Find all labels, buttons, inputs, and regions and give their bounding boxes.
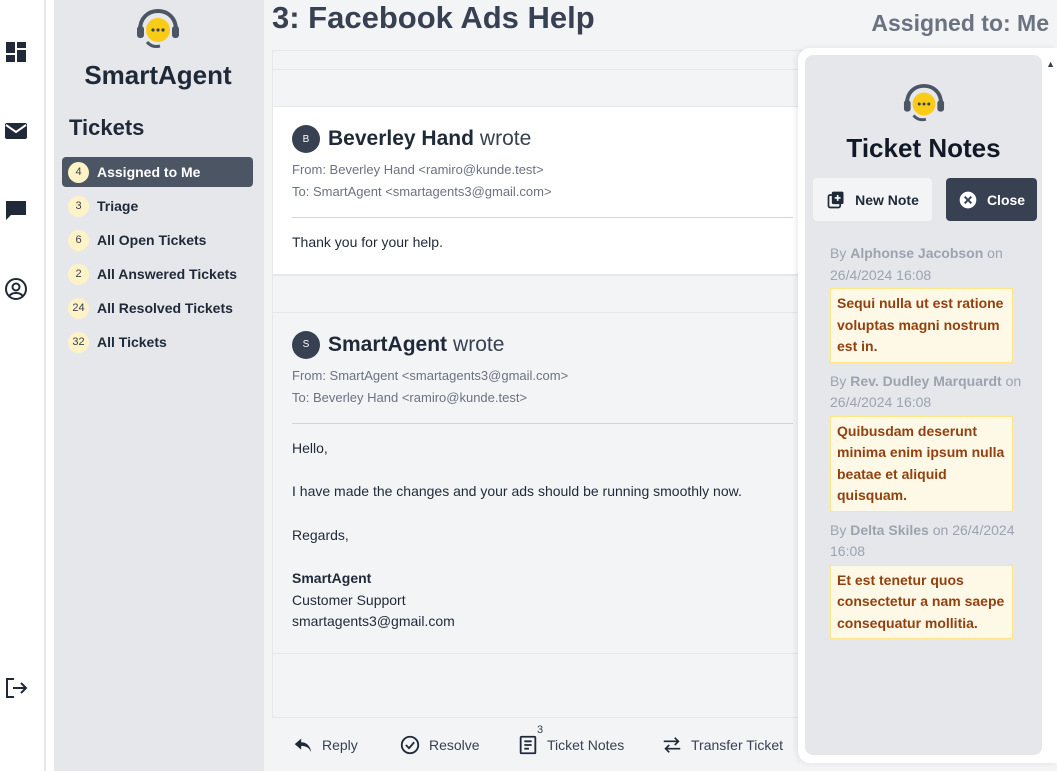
add-note-icon [827,191,844,208]
note-item: By Delta Skiles on 26/4/2024 16:08 Et es… [830,520,1025,639]
message-wrote: wrote [453,332,505,356]
notes-count: 3 [537,723,544,736]
transfer-ticket-button[interactable]: Transfer Ticket [661,734,783,756]
signature-email: smartagents3@gmail.com [292,613,455,629]
nav-label: Assigned to Me [97,164,201,180]
count-badge: 32 [68,331,89,353]
count-badge: 6 [68,229,89,251]
message-from: From: Beverley Hand <ramiro@kunde.test> [292,162,544,177]
note-item: By Rev. Dudley Marquardt on 26/4/2024 16… [830,371,1025,512]
note-list: By Alphonse Jacobson on 26/4/2024 16:08 … [830,243,1025,647]
ticket-notes-button[interactable]: 3 Ticket Notes [517,724,625,756]
reply-icon [294,738,312,752]
message-author: Beverley Hand [328,127,474,150]
note-meta: By Alphonse Jacobson on 26/4/2024 16:08 [830,243,1025,286]
ticket-title: 3: Facebook Ads Help [272,0,595,35]
message-body: Hello, I have made the changes and your … [292,438,793,633]
message-thread[interactable]: B Beverley Hand wrote From: Beverley Han… [272,50,812,717]
divider [292,217,793,218]
new-note-button[interactable]: New Note [813,178,932,221]
nav-label: All Answered Tickets [97,266,238,282]
message-line: I have made the changes and your ads sho… [292,483,742,499]
count-badge: 24 [68,297,89,319]
thread-spacer [273,274,812,312]
note-text: Sequi nulla ut est ratione voluptas magn… [830,288,1013,363]
note-author: Delta Skiles [850,521,929,538]
brand-name: SmartAgent [84,60,232,90]
message-author: SmartAgent [328,332,448,356]
ticket-nav: 4 Assigned to Me 3 Triage 6 All Open Tic… [62,157,253,361]
action-bar: Reply Resolve 3 Ticket Notes Transfer Ti… [272,717,812,771]
count-badge: 3 [68,195,89,217]
note-text: Quibusdam deserunt minima enim ipsum nul… [830,415,1013,512]
logout-icon[interactable] [4,676,28,700]
nav-label: All Open Tickets [97,232,207,248]
note-meta: By Rev. Dudley Marquardt on 26/4/2024 16… [830,371,1025,414]
user-circle-icon[interactable] [4,277,28,301]
icon-rail [0,0,46,771]
nav-item-all-resolved[interactable]: 24 All Resolved Tickets [62,293,253,323]
reply-label: Reply [322,736,358,753]
note-author: Alphonse Jacobson [850,245,984,261]
nav-label: All Resolved Tickets [97,300,233,316]
new-note-label: New Note [855,191,919,208]
note-text: Et est tenetur quos consectetur a nam sa… [830,564,1013,639]
chat-icon[interactable] [4,198,28,222]
message-wrote: wrote [479,127,532,150]
headset-logo-icon [900,83,948,125]
ticket-notes-panel: ▲ Ticket Notes New Note Close By Alphons… [798,48,1057,763]
notes-icon [519,735,537,754]
close-icon [959,191,977,208]
scroll-up-arrow-icon[interactable]: ▲ [1046,59,1055,69]
nav-item-all-open[interactable]: 6 All Open Tickets [62,225,253,255]
nav-item-assigned-to-me[interactable]: 4 Assigned to Me [62,157,253,187]
avatar: B [292,125,320,153]
note-by: By [830,245,847,261]
check-circle-icon [400,735,420,754]
count-badge: 2 [68,263,89,285]
message-closing: Regards, [292,526,349,543]
note-meta: By Delta Skiles on 26/4/2024 16:08 [830,520,1025,563]
nav-label: All Tickets [97,334,167,350]
divider [292,422,793,424]
notes-panel-body[interactable]: Ticket Notes New Note Close By Alphonse … [805,55,1042,755]
transfer-arrows-icon [663,736,681,753]
message-to: To: SmartAgent <smartagents3@gmail.com> [292,184,552,199]
message-body: Thank you for your help. [292,234,443,250]
tickets-heading: Tickets [69,115,145,140]
transfer-label: Transfer Ticket [691,736,784,753]
resolve-button[interactable]: Resolve [399,734,480,756]
thread-spacer [273,50,812,69]
signature-name: SmartAgent [292,570,372,586]
nav-item-all-tickets[interactable]: 32 All Tickets [62,327,253,357]
reply-button[interactable]: Reply [292,734,358,756]
message-from: From: SmartAgent <smartagents3@gmail.com… [292,367,569,383]
ticket-notes-label: Ticket Notes [547,736,625,753]
headset-logo-icon [134,8,182,52]
count-badge: 4 [68,161,89,183]
close-label: Close [986,191,1026,208]
ticket-sidebar: SmartAgent Tickets 4 Assigned to Me 3 Tr… [54,0,264,771]
notes-title: Ticket Notes [846,133,1001,163]
nav-item-all-answered[interactable]: 2 All Answered Tickets [62,259,253,289]
note-author: Rev. Dudley Marquardt [850,372,1002,389]
nav-label: Triage [97,198,139,214]
note-by: By [830,521,847,538]
dashboard-icon[interactable] [4,40,28,64]
message-to: To: Beverley Hand <ramiro@kunde.test> [292,389,528,405]
message-card: S SmartAgent wrote From: SmartAgent <sma… [273,311,812,654]
nav-item-triage[interactable]: 3 Triage [62,191,253,221]
close-button[interactable]: Close [946,178,1037,221]
message-card: B Beverley Hand wrote From: Beverley Han… [273,106,812,275]
note-item: By Alphonse Jacobson on 26/4/2024 16:08 … [830,243,1025,363]
mail-icon[interactable] [4,119,28,143]
assigned-to-label: Assigned to: Me [871,10,1049,36]
signature-role: Customer Support [292,591,406,608]
note-by: By [830,372,847,389]
resolve-label: Resolve [429,736,480,753]
message-greeting: Hello, [292,439,328,456]
avatar: S [292,330,320,359]
thread-spacer [273,69,812,106]
